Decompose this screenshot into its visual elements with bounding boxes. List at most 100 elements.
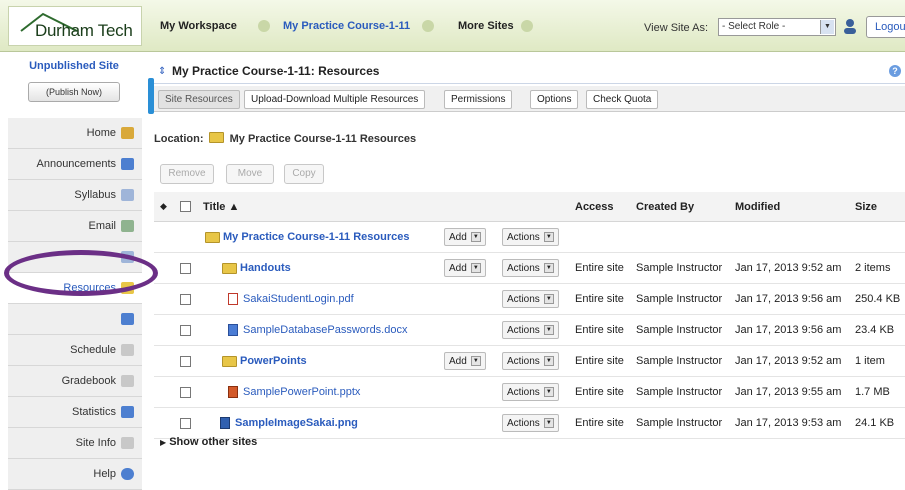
top-bar: Durham Tech My Workspace My Practice Cou… [0, 0, 905, 52]
reset-icon[interactable]: ⇕ [158, 66, 168, 77]
add-menu-button[interactable]: Add ▼ [444, 352, 486, 370]
row-checkbox-cell [180, 315, 191, 345]
actions-menu-button[interactable]: Actions ▼ [502, 228, 559, 246]
tool-home[interactable]: Home [8, 118, 142, 149]
tab-site-resources[interactable]: Site Resources [158, 90, 240, 109]
actions-cell: Actions ▼ [502, 222, 559, 252]
logo-text: Durham Tech [35, 21, 133, 40]
access-cell: Entire site [575, 355, 624, 367]
tool-icon [121, 313, 134, 325]
user-icon[interactable] [843, 18, 857, 34]
size-cell: 1 item [855, 355, 885, 367]
created-by-cell: Sample Instructor [636, 417, 723, 429]
actions-label: Actions [507, 417, 540, 429]
select-all-checkbox[interactable] [180, 201, 191, 212]
folder-icon[interactable] [222, 262, 237, 274]
resource-link[interactable]: My Practice Course-1-11 Resources [223, 231, 409, 243]
resources-table: ◆ Title ▲ Access Created By Modified Siz… [154, 192, 905, 439]
resource-link[interactable]: SampleImageSakai.png [235, 417, 358, 429]
page-title: My Practice Course-1-11: Resources [172, 64, 380, 78]
actions-label: Actions [507, 262, 540, 274]
access-cell: Entire site [575, 293, 624, 305]
chevron-down-icon[interactable]: ▼ [820, 20, 834, 34]
access-cell: Entire site [575, 386, 624, 398]
add-menu-button[interactable]: Add ▼ [444, 259, 486, 277]
move-button[interactable]: Move [226, 164, 274, 184]
add-label: Add [449, 231, 467, 243]
col-created-by[interactable]: Created By [636, 192, 694, 221]
chevron-down-icon: ▼ [543, 356, 554, 366]
resource-link[interactable]: SakaiStudentLogin.pdf [243, 293, 354, 305]
tool-gradebook[interactable]: Gradebook [8, 366, 142, 397]
add-cell: Add ▼ [444, 346, 486, 376]
actions-menu-button[interactable]: Actions ▼ [502, 290, 559, 308]
logout-button[interactable]: Logout [866, 16, 905, 38]
resource-link[interactable]: Handouts [240, 262, 291, 274]
resource-link[interactable]: PowerPoints [240, 355, 307, 367]
row-checkbox[interactable] [180, 417, 191, 429]
resource-link[interactable]: SampleDatabasePasswords.docx [243, 324, 407, 336]
table-row: SampleImageSakai.png Actions ▼ Entire sit… [154, 408, 905, 439]
siteinfo-icon [121, 437, 134, 449]
folder-icon[interactable] [222, 355, 237, 367]
folder-icon [205, 231, 220, 243]
tab-options[interactable]: Options [530, 90, 579, 109]
tool-announcements[interactable]: Announcements [8, 149, 142, 180]
row-checkbox[interactable] [180, 386, 191, 398]
col-size[interactable]: Size [855, 192, 877, 221]
row-checkbox[interactable] [180, 355, 191, 367]
actions-menu-button[interactable]: Actions ▼ [502, 414, 559, 432]
tab-check-quota[interactable]: Check Quota [586, 90, 659, 109]
tool-site-info[interactable]: Site Info [8, 428, 142, 459]
tool-label: Help [93, 468, 116, 480]
size-cell: 23.4 KB [855, 324, 895, 336]
modified-cell: Jan 17, 2013 9:52 am [735, 262, 842, 274]
publish-now-button[interactable]: (Publish Now) [28, 82, 120, 102]
copy-button[interactable]: Copy [284, 164, 324, 184]
tool-label: Syllabus [74, 189, 116, 201]
actions-label: Actions [507, 324, 540, 336]
add-cell: Add ▼ [444, 222, 486, 252]
row-checkbox-cell [180, 253, 191, 283]
actions-menu-button[interactable]: Actions ▼ [502, 321, 559, 339]
col-modified[interactable]: Modified [735, 192, 780, 221]
help-icon[interactable]: ? [889, 65, 901, 77]
tool-schedule[interactable]: Schedule [8, 335, 142, 366]
row-checkbox[interactable] [180, 324, 191, 336]
expand-all-icon[interactable]: ◆ [160, 192, 167, 221]
title-cell: My Practice Course-1-11 Resources [203, 222, 409, 252]
actions-menu-button[interactable]: Actions ▼ [502, 352, 559, 370]
tool-email[interactable]: Email [8, 211, 142, 242]
view-site-as-label: View Site As: [644, 22, 708, 34]
title-bar: ⇕ My Practice Course-1-11: Resources ? [154, 58, 905, 84]
statistics-icon [121, 406, 134, 418]
nav-more-sites[interactable]: More Sites [458, 20, 514, 32]
actions-menu-button[interactable]: Actions ▼ [502, 383, 559, 401]
durham-tech-logo[interactable]: Durham Tech [8, 6, 142, 46]
col-access[interactable]: Access [575, 192, 614, 221]
table-row: SakaiStudentLogin.pdf Actions ▼ Entire si… [154, 284, 905, 315]
add-menu-button[interactable]: Add ▼ [444, 228, 486, 246]
row-checkbox[interactable] [180, 293, 191, 305]
row-checkbox[interactable] [180, 262, 191, 274]
more-sites-chevron-icon[interactable] [521, 20, 533, 32]
col-title[interactable]: Title ▲ [203, 192, 239, 221]
tool-label: Email [88, 220, 116, 232]
tool-syllabus[interactable]: Syllabus [8, 180, 142, 211]
resource-link[interactable]: SamplePowerPoint.pptx [243, 386, 360, 398]
show-other-sites-toggle[interactable]: ▶ Show other sites [160, 436, 257, 448]
tab-permissions[interactable]: Permissions [444, 90, 513, 109]
tab-upload-download[interactable]: Upload-Download Multiple Resources [244, 90, 426, 109]
tool-hidden-2[interactable] [8, 304, 142, 335]
remove-button[interactable]: Remove [160, 164, 214, 184]
actions-menu-button[interactable]: Actions ▼ [502, 259, 559, 277]
chevron-down-icon: ▼ [543, 232, 554, 242]
row-checkbox-cell [180, 377, 191, 407]
role-select[interactable]: - Select Role - ▼ [718, 18, 836, 36]
location-label: Location: [154, 133, 204, 145]
nav-my-practice-course[interactable]: My Practice Course-1-11 [283, 20, 410, 32]
tool-help[interactable]: Help [8, 459, 142, 490]
tool-statistics[interactable]: Statistics [8, 397, 142, 428]
add-label: Add [449, 262, 467, 274]
nav-my-workspace[interactable]: My Workspace [160, 20, 237, 32]
